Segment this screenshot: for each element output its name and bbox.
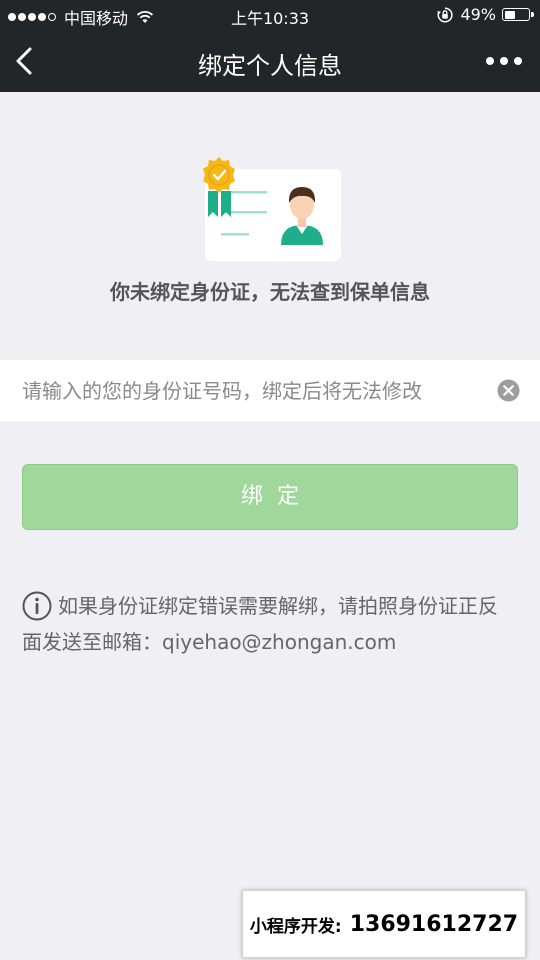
- id-input-row: [0, 360, 540, 421]
- unbind-notice: 如果身份证绑定错误需要解绑，请拍照身份证正反面发送至邮箱：qiyehao@zho…: [22, 588, 512, 660]
- page-title: 绑定个人信息: [198, 52, 342, 80]
- dev-banner-phone: 13691612727: [349, 911, 519, 937]
- info-icon: [22, 591, 52, 621]
- battery-icon: [502, 8, 534, 21]
- dev-banner-label: 小程序开发:: [249, 916, 342, 937]
- status-bar: 中国移动 上午10:33 49%: [0, 0, 540, 30]
- battery-percentage: 49%: [460, 5, 496, 24]
- unbound-message: 你未绑定身份证，无法查到保单信息: [110, 280, 430, 304]
- more-options-icon[interactable]: [486, 48, 522, 74]
- notice-text: 如果身份证绑定错误需要解绑，请拍照身份证正反面发送至邮箱：qiyehao@zho…: [22, 594, 498, 654]
- developer-contact-banner: 小程序开发: 13691612727: [242, 890, 526, 958]
- orientation-lock-icon: [437, 6, 454, 23]
- id-number-input[interactable]: [22, 360, 492, 421]
- clear-input-icon[interactable]: [497, 379, 520, 402]
- bind-button[interactable]: 绑定: [22, 464, 518, 530]
- status-right: 49%: [436, 5, 534, 24]
- id-card-illustration: [203, 157, 341, 261]
- navigation-bar: 绑定个人信息: [0, 30, 540, 92]
